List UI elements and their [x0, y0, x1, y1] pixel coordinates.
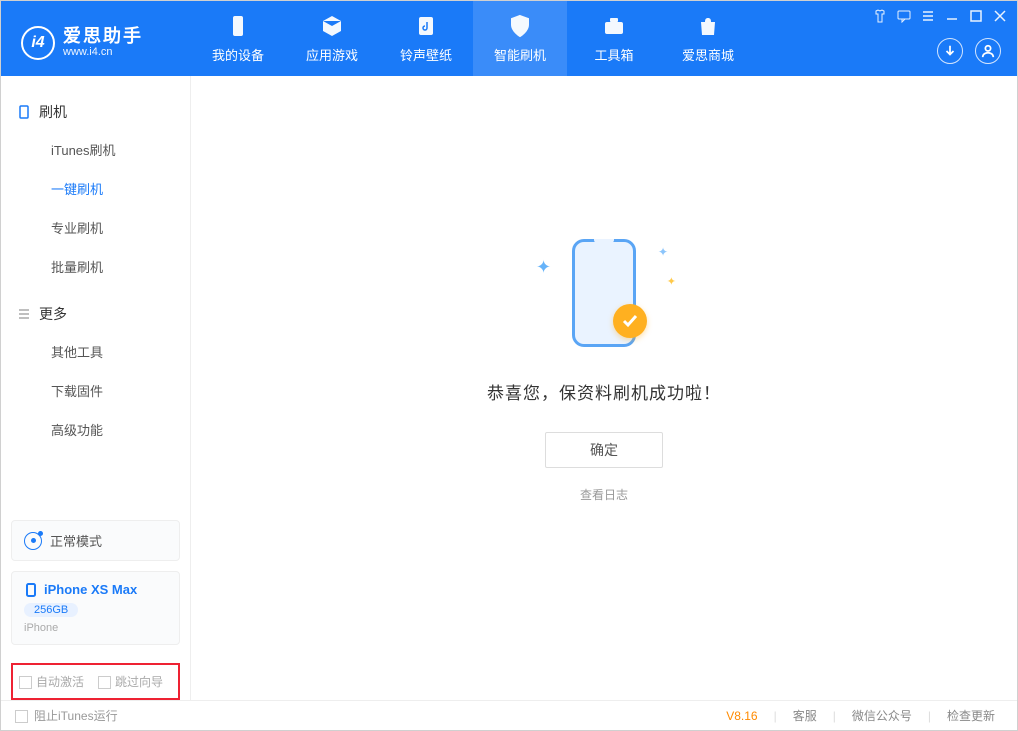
options-highlight-box: 自动激活 跳过向导: [11, 663, 180, 700]
sidebar: 刷机 iTunes刷机 一键刷机 专业刷机 批量刷机 更多 其他工具 下载固件 …: [1, 76, 191, 700]
group-label: 更多: [39, 304, 67, 324]
logo-area: i4 爱思助手 www.i4.cn: [1, 1, 191, 76]
update-link[interactable]: 检查更新: [939, 707, 1003, 724]
device-name: iPhone XS Max: [44, 582, 137, 597]
success-message: 恭喜您，保资料刷机成功啦！: [487, 379, 721, 404]
window-controls: [873, 9, 1007, 23]
tab-label: 爱思商城: [682, 45, 734, 64]
close-icon[interactable]: [993, 9, 1007, 23]
device-type: iPhone: [24, 622, 167, 634]
tab-flash[interactable]: 智能刷机: [473, 1, 567, 76]
menu-icon[interactable]: [921, 9, 935, 23]
device-storage: 256GB: [24, 603, 78, 617]
group-label: 刷机: [39, 102, 67, 122]
sparkle-icon: ✦: [536, 257, 551, 278]
sidebar-item-oneclick[interactable]: 一键刷机: [1, 169, 190, 208]
refresh-shield-icon: [507, 13, 533, 39]
tab-store[interactable]: 爱思商城: [661, 1, 755, 76]
tab-label: 智能刷机: [494, 45, 546, 64]
sidebar-group-more: 更多: [1, 296, 190, 332]
sidebar-item-pro[interactable]: 专业刷机: [1, 208, 190, 247]
wechat-link[interactable]: 微信公众号: [844, 707, 920, 724]
support-link[interactable]: 客服: [785, 707, 825, 724]
sidebar-item-other[interactable]: 其他工具: [1, 332, 190, 371]
tab-my-device[interactable]: 我的设备: [191, 1, 285, 76]
toolbox-icon: [601, 13, 627, 39]
mode-icon: [24, 532, 42, 550]
app-header: i4 爱思助手 www.i4.cn 我的设备 应用游戏 铃声壁纸 智能刷机 工具…: [1, 1, 1017, 76]
sidebar-item-firmware[interactable]: 下载固件: [1, 371, 190, 410]
app-url: www.i4.cn: [63, 46, 143, 58]
phone-icon: [225, 13, 251, 39]
cb-label: 跳过向导: [115, 675, 163, 689]
cb-label: 阻止iTunes运行: [34, 709, 118, 723]
list-icon: [17, 307, 31, 321]
tab-label: 我的设备: [212, 45, 264, 64]
main-content: ✦ ✦ ✦ 恭喜您，保资料刷机成功啦！ 确定 查看日志: [191, 76, 1017, 700]
sidebar-item-itunes[interactable]: iTunes刷机: [1, 130, 190, 169]
maximize-icon[interactable]: [969, 9, 983, 23]
app-logo-icon: i4: [21, 26, 55, 60]
music-file-icon: [413, 13, 439, 39]
device-phone-icon: [24, 583, 38, 597]
view-log-link[interactable]: 查看日志: [580, 486, 628, 503]
app-title: 爱思助手: [63, 27, 143, 47]
tab-label: 应用游戏: [306, 45, 358, 64]
sidebar-item-advanced[interactable]: 高级功能: [1, 410, 190, 449]
sparkle-icon: ✦: [658, 245, 668, 259]
tab-toolbox[interactable]: 工具箱: [567, 1, 661, 76]
skip-wizard-checkbox[interactable]: 跳过向导: [98, 673, 163, 690]
tab-apps[interactable]: 应用游戏: [285, 1, 379, 76]
mode-label: 正常模式: [50, 531, 102, 550]
device-info-box[interactable]: iPhone XS Max 256GB iPhone: [11, 571, 180, 645]
ok-button[interactable]: 确定: [545, 432, 663, 468]
footer: 阻止iTunes运行 V8.16 | 客服 | 微信公众号 | 检查更新: [1, 700, 1017, 730]
sparkle-icon: ✦: [667, 275, 676, 288]
check-badge-icon: [613, 304, 647, 338]
phone-small-icon: [17, 105, 31, 119]
download-button[interactable]: [937, 38, 963, 64]
shirt-icon[interactable]: [873, 9, 887, 23]
cb-label: 自动激活: [36, 675, 84, 689]
sidebar-item-batch[interactable]: 批量刷机: [1, 247, 190, 286]
success-illustration: ✦ ✦ ✦: [544, 233, 664, 353]
block-itunes-checkbox[interactable]: 阻止iTunes运行: [15, 707, 118, 724]
minimize-icon[interactable]: [945, 9, 959, 23]
version-label[interactable]: V8.16: [718, 709, 765, 723]
header-actions: [937, 38, 1001, 64]
tab-label: 工具箱: [594, 45, 633, 64]
tab-label: 铃声壁纸: [400, 45, 452, 64]
tab-ringtone[interactable]: 铃声壁纸: [379, 1, 473, 76]
auto-activate-checkbox[interactable]: 自动激活: [19, 673, 84, 690]
phone-outline-icon: [572, 239, 636, 347]
sidebar-group-flash: 刷机: [1, 94, 190, 130]
bag-icon: [695, 13, 721, 39]
feedback-icon[interactable]: [897, 9, 911, 23]
user-button[interactable]: [975, 38, 1001, 64]
cube-icon: [319, 13, 345, 39]
main-tabs: 我的设备 应用游戏 铃声壁纸 智能刷机 工具箱 爱思商城: [191, 1, 755, 76]
mode-box[interactable]: 正常模式: [11, 520, 180, 561]
